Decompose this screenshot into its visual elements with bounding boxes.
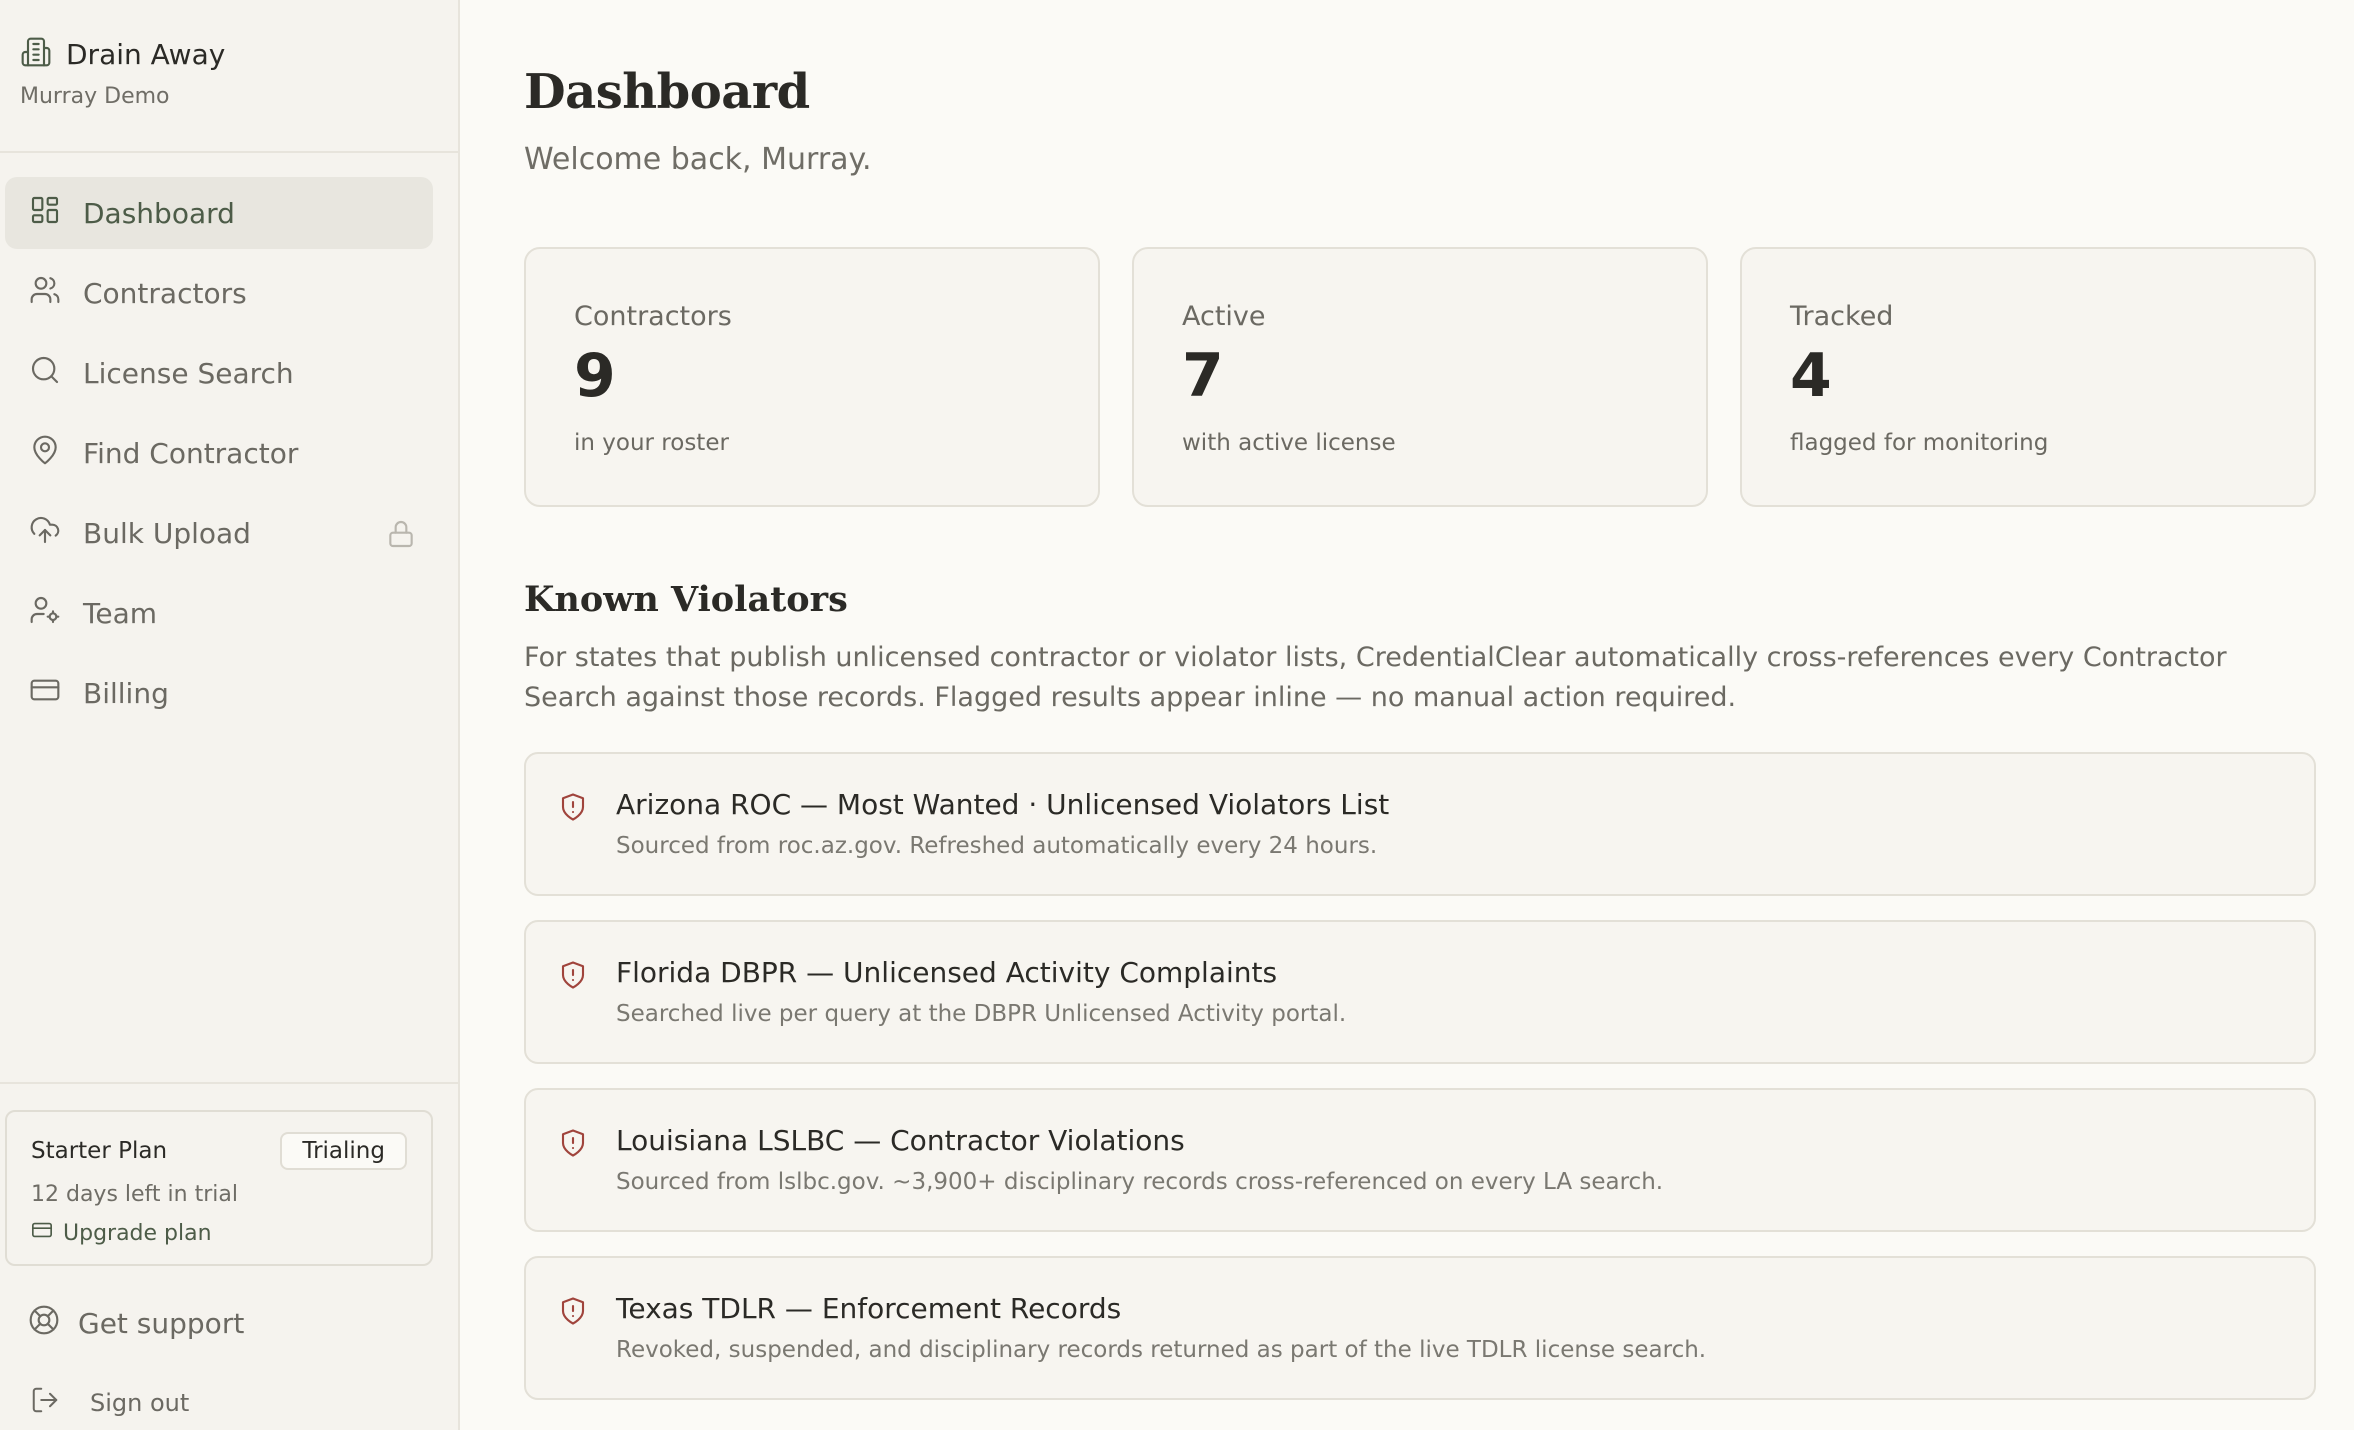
sidebar-nav: Dashboard Contractors License Search Fin… — [0, 153, 458, 729]
violator-title: Florida DBPR — Unlicensed Activity Compl… — [616, 956, 1278, 989]
sidebar-item-label: License Search — [83, 356, 294, 390]
brand: Drain Away Murray Demo — [0, 0, 458, 153]
trial-days-left: 12 days left in trial — [31, 1182, 238, 1207]
stat-note: with active license — [1182, 430, 1396, 456]
sidebar-item-find-contractor[interactable]: Find Contractor — [5, 417, 433, 489]
sidebar-item-bulk-upload[interactable]: Bulk Upload — [5, 497, 433, 569]
stat-label: Tracked — [1790, 301, 1894, 332]
stat-card-contractors: Contractors 9 in your roster — [524, 247, 1100, 507]
violator-description: Revoked, suspended, and disciplinary rec… — [616, 1337, 1707, 1363]
app: Drain Away Murray Demo Dashboard Contrac… — [0, 0, 2354, 1430]
cloud-upload-icon — [29, 514, 61, 553]
list-item: Texas TDLR — Enforcement Records Revoked… — [524, 1256, 2316, 1400]
shield-alert-icon — [558, 788, 588, 826]
stat-value: 4 — [1790, 341, 1832, 411]
shield-alert-icon — [558, 1292, 588, 1330]
violator-description: Sourced from roc.az.gov. Refreshed autom… — [616, 833, 1378, 859]
violator-description: Searched live per query at the DBPR Unli… — [616, 1001, 1347, 1027]
sidebar-item-label: Contractors — [83, 276, 247, 310]
map-pin-icon — [29, 434, 61, 473]
get-support-button[interactable]: Get support — [0, 1304, 458, 1343]
sidebar-item-label: Team — [83, 596, 158, 630]
stat-note: in your roster — [574, 430, 729, 456]
sidebar-item-billing[interactable]: Billing — [5, 657, 433, 729]
log-out-icon — [30, 1385, 60, 1421]
violator-text: Arizona ROC — Most Wanted · Unlicensed V… — [616, 788, 1389, 859]
lock-icon — [385, 518, 413, 548]
page-title: Dashboard — [524, 64, 810, 120]
list-item: Florida DBPR — Unlicensed Activity Compl… — [524, 920, 2316, 1064]
sidebar-bottom: Starter Plan Trialing 12 days left in tr… — [0, 1082, 458, 1421]
sidebar-item-dashboard[interactable]: Dashboard — [5, 177, 433, 249]
violators-list: Arizona ROC — Most Wanted · Unlicensed V… — [524, 752, 2324, 1400]
sidebar-item-team[interactable]: Team — [5, 577, 433, 649]
brand-row[interactable]: Drain Away — [20, 36, 438, 72]
building-icon — [20, 36, 52, 72]
plan-name: Starter Plan — [31, 1138, 168, 1164]
sidebar-item-label: Billing — [83, 676, 169, 710]
plan-status-badge: Trialing — [280, 1132, 407, 1170]
violator-description: Sourced from lslbc.gov. ~3,900+ discipli… — [616, 1169, 1664, 1195]
user-gear-icon — [29, 594, 61, 633]
violator-text: Louisiana LSLBC — Contractor Violations … — [616, 1124, 1663, 1195]
welcome-message: Welcome back, Murray. — [524, 142, 872, 177]
main-content: Dashboard Welcome back, Murray. Contract… — [460, 0, 2354, 1430]
users-icon — [29, 274, 61, 313]
violator-text: Florida DBPR — Unlicensed Activity Compl… — [616, 956, 1346, 1027]
dashboard-grid-icon — [29, 194, 61, 233]
credit-card-icon — [31, 1219, 53, 1247]
known-violators-description: For states that publish unlicensed contr… — [524, 642, 2227, 713]
plan-row: Starter Plan Trialing — [31, 1132, 407, 1170]
sidebar: Drain Away Murray Demo Dashboard Contrac… — [0, 0, 460, 1430]
violator-text: Texas TDLR — Enforcement Records Revoked… — [616, 1292, 1706, 1363]
shield-alert-icon — [558, 1124, 588, 1162]
stats-row: Contractors 9 in your roster Active 7 wi… — [524, 247, 2324, 507]
stat-card-active: Active 7 with active license — [1132, 247, 1708, 507]
stat-label: Active — [1182, 301, 1266, 332]
known-violators-title: Known Violators — [524, 579, 848, 620]
plan-card: Starter Plan Trialing 12 days left in tr… — [5, 1110, 433, 1266]
sidebar-item-label: Bulk Upload — [83, 516, 251, 550]
stat-label: Contractors — [574, 301, 732, 332]
upgrade-plan-label: Upgrade plan — [63, 1220, 212, 1246]
brand-subtitle: Murray Demo — [20, 84, 170, 109]
stat-value: 9 — [574, 341, 616, 411]
upgrade-plan-link[interactable]: Upgrade plan — [31, 1219, 407, 1247]
brand-title: Drain Away — [66, 37, 226, 71]
sign-out-label: Sign out — [90, 1389, 190, 1417]
sidebar-item-contractors[interactable]: Contractors — [5, 257, 433, 329]
lifebuoy-icon — [28, 1304, 60, 1343]
stat-value: 7 — [1182, 341, 1224, 411]
violator-title: Arizona ROC — Most Wanted · Unlicensed V… — [616, 788, 1390, 821]
sidebar-item-label: Dashboard — [83, 196, 235, 230]
shield-alert-icon — [558, 956, 588, 994]
violator-title: Louisiana LSLBC — Contractor Violations — [616, 1124, 1185, 1157]
list-item: Arizona ROC — Most Wanted · Unlicensed V… — [524, 752, 2316, 896]
credit-card-icon — [29, 674, 61, 713]
stat-note: flagged for monitoring — [1790, 430, 2049, 456]
violator-title: Texas TDLR — Enforcement Records — [616, 1292, 1122, 1325]
list-item: Louisiana LSLBC — Contractor Violations … — [524, 1088, 2316, 1232]
sidebar-item-license-search[interactable]: License Search — [5, 337, 433, 409]
stat-card-tracked: Tracked 4 flagged for monitoring — [1740, 247, 2316, 507]
get-support-label: Get support — [78, 1307, 245, 1340]
sign-out-button[interactable]: Sign out — [0, 1385, 458, 1421]
search-icon — [29, 354, 61, 393]
sidebar-item-label: Find Contractor — [83, 436, 299, 470]
